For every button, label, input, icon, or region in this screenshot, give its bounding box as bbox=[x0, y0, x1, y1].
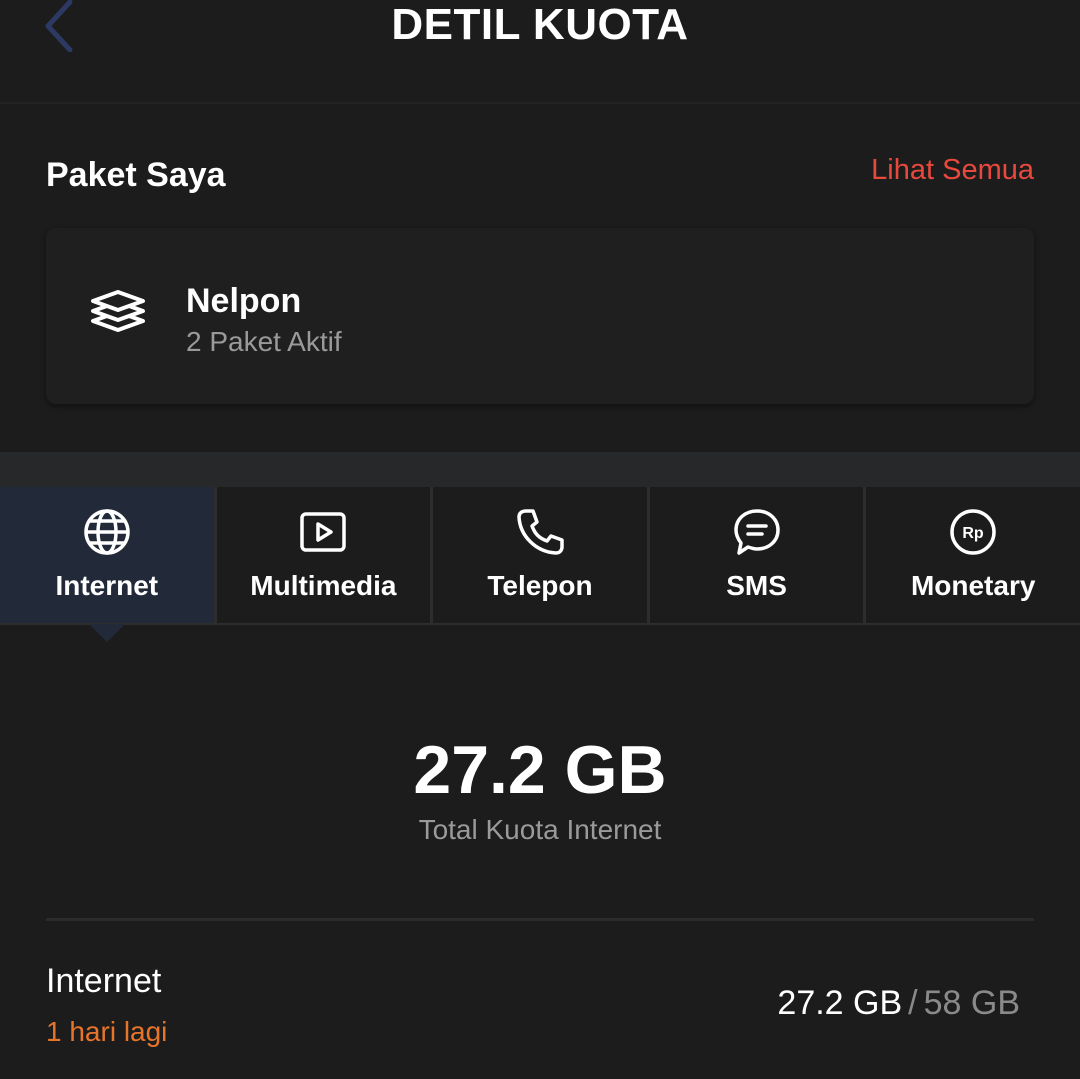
tab-label: Monetary bbox=[910, 570, 1036, 601]
quota-separator: / bbox=[908, 984, 918, 1022]
quota-tabs: Internet Multimedia Telepon SMS Rp Monet… bbox=[0, 487, 1080, 625]
tab-label: SMS bbox=[726, 570, 787, 601]
package-subtitle: 2 Paket Aktif bbox=[186, 326, 342, 357]
tab-label: Telepon bbox=[487, 570, 593, 601]
tab-internet[interactable]: Internet bbox=[0, 487, 217, 623]
section-title: Paket Saya bbox=[46, 156, 226, 194]
package-card[interactable]: Nelpon 2 Paket Aktif bbox=[46, 228, 1034, 404]
tab-telepon[interactable]: Telepon bbox=[433, 487, 650, 623]
active-tab-pointer bbox=[89, 624, 125, 642]
package-name: Nelpon bbox=[186, 282, 302, 320]
page-title: DETIL KUOTA bbox=[391, 0, 689, 49]
total-quota-label: Total Kuota Internet bbox=[418, 814, 662, 845]
phone-icon bbox=[517, 509, 564, 555]
quota-used: 27.2 GB bbox=[777, 984, 903, 1022]
rupiah-icon: Rp bbox=[950, 509, 996, 555]
total-quota-value: 27.2 GB bbox=[413, 732, 667, 808]
app-header: DETIL KUOTA bbox=[0, 0, 1080, 104]
tab-sms[interactable]: SMS bbox=[650, 487, 867, 623]
tab-multimedia[interactable]: Multimedia bbox=[217, 487, 434, 623]
tab-label: Internet bbox=[55, 570, 159, 601]
quota-item-remaining-days: 1 hari lagi bbox=[46, 1016, 168, 1047]
svg-text:Rp: Rp bbox=[963, 525, 985, 542]
globe-icon bbox=[84, 509, 130, 555]
quota-item-amount: 27.2 GB/58 GB bbox=[777, 984, 1020, 1023]
tab-monetary[interactable]: Rp Monetary bbox=[866, 487, 1080, 623]
see-all-link[interactable]: Lihat Semua bbox=[871, 154, 1034, 187]
tab-label: Multimedia bbox=[250, 570, 397, 601]
layers-icon bbox=[91, 290, 145, 332]
play-icon bbox=[300, 512, 347, 552]
quota-item-name: Internet bbox=[46, 962, 162, 1000]
my-packages-header: Paket Saya Lihat Semua bbox=[46, 150, 1034, 200]
quota-capacity: 58 GB bbox=[923, 984, 1020, 1022]
chat-icon bbox=[733, 509, 780, 555]
section-divider-band bbox=[0, 452, 1080, 487]
divider bbox=[46, 918, 1034, 921]
